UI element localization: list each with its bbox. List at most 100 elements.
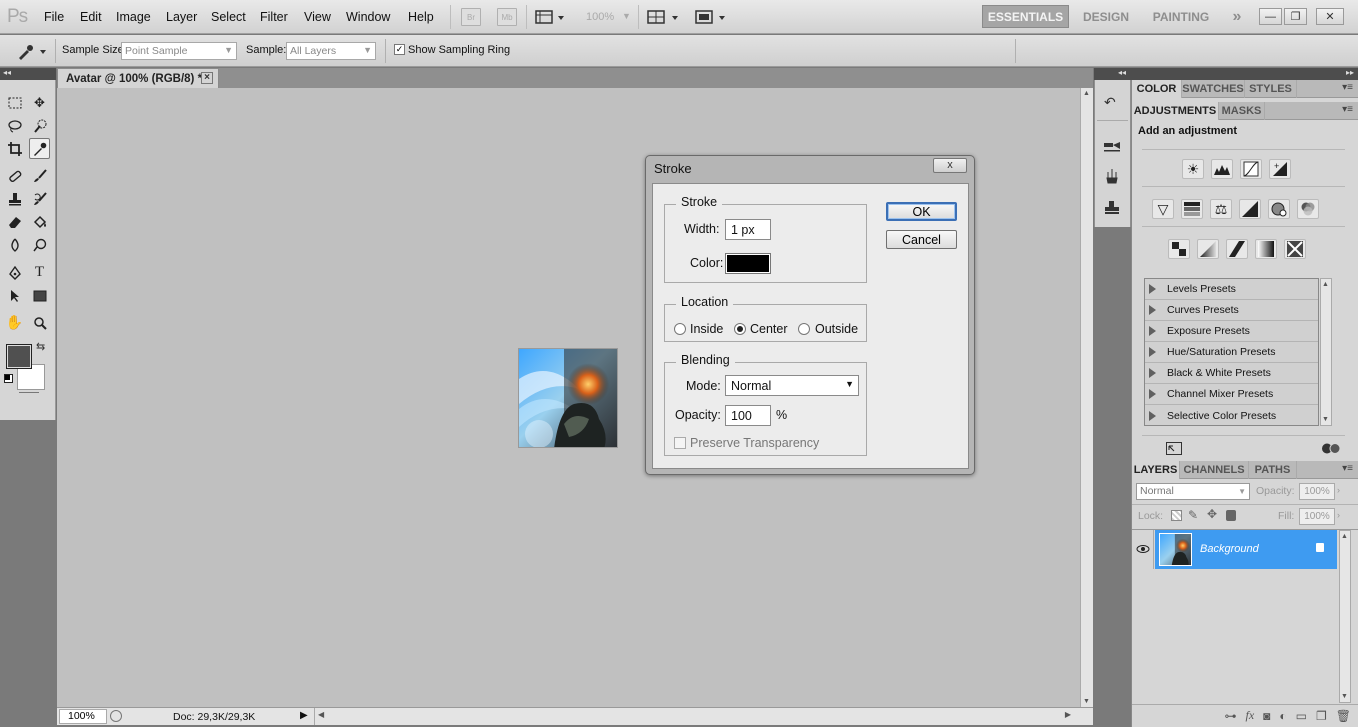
scroll-up-icon[interactable]: ▲: [1341, 533, 1348, 540]
inside-label[interactable]: Inside: [690, 322, 723, 336]
layer-row-background[interactable]: Background: [1155, 530, 1337, 569]
scroll-right-icon[interactable]: ▶: [1065, 710, 1071, 719]
minimize-button[interactable]: —: [1259, 8, 1282, 25]
eraser-tool-icon[interactable]: [4, 211, 25, 232]
zoom-tool-icon[interactable]: [29, 312, 50, 333]
ok-button[interactable]: OK: [886, 202, 957, 221]
blur-tool-icon[interactable]: [4, 234, 25, 255]
chevron-down-icon[interactable]: ▼: [622, 11, 631, 21]
arrange-documents-icon[interactable]: [647, 9, 681, 25]
clone-source-icon[interactable]: [1104, 168, 1120, 184]
menu-view[interactable]: View: [304, 10, 331, 24]
vibrance-icon[interactable]: ▽: [1152, 199, 1174, 219]
outside-radio[interactable]: [798, 323, 810, 335]
channel-mixer-icon[interactable]: [1297, 199, 1319, 219]
curves-icon[interactable]: [1240, 159, 1262, 179]
new-layer-icon[interactable]: ❐: [1316, 709, 1327, 723]
clip-to-layer-icon[interactable]: [1321, 442, 1343, 455]
stroke-color-swatch[interactable]: [725, 253, 771, 274]
quick-mask-icon[interactable]: [19, 392, 39, 393]
list-item[interactable]: Hue/Saturation Presets: [1145, 342, 1318, 363]
brush-presets-icon[interactable]: [1103, 140, 1121, 154]
hand-tool-icon[interactable]: ✋: [4, 312, 25, 333]
menu-filter[interactable]: Filter: [260, 10, 288, 24]
black-white-icon[interactable]: [1239, 199, 1261, 219]
cancel-button[interactable]: Cancel: [886, 230, 957, 249]
inside-radio[interactable]: [674, 323, 686, 335]
threshold-icon[interactable]: [1226, 239, 1248, 259]
outside-label[interactable]: Outside: [815, 322, 858, 336]
brightness-contrast-icon[interactable]: ☀: [1182, 159, 1204, 179]
return-to-list-icon[interactable]: [1166, 442, 1182, 455]
list-item[interactable]: Channel Mixer Presets: [1145, 384, 1318, 405]
dodge-tool-icon[interactable]: [29, 234, 50, 255]
history-brush-tool-icon[interactable]: [29, 188, 50, 209]
workspace-essentials[interactable]: ESSENTIALS: [982, 5, 1069, 28]
mini-bridge-button[interactable]: Mb: [497, 8, 517, 26]
close-app-button[interactable]: ✕: [1316, 8, 1344, 25]
delete-layer-icon[interactable]: 🗑: [1336, 709, 1351, 723]
move-tool-icon[interactable]: ✥: [29, 92, 50, 113]
workspace-more-button[interactable]: »: [1225, 5, 1249, 28]
fill-arrow-icon[interactable]: ›: [1337, 510, 1340, 520]
horizontal-scrollbar[interactable]: ◀ ▶: [314, 708, 1074, 725]
posterize-icon[interactable]: [1197, 239, 1219, 259]
restore-button[interactable]: ❐: [1284, 8, 1307, 25]
dialog-close-button[interactable]: x: [933, 158, 967, 173]
menu-layer[interactable]: Layer: [166, 10, 197, 24]
scroll-left-icon[interactable]: ◀: [318, 710, 324, 719]
panel-expand-button[interactable]: ◂◂: [1094, 68, 1131, 80]
healing-brush-tool-icon[interactable]: [4, 165, 25, 186]
tab-layers[interactable]: LAYERS: [1132, 461, 1180, 479]
menu-window[interactable]: Window: [346, 10, 390, 24]
link-layers-icon[interactable]: ⊶: [1224, 709, 1236, 723]
layers-scrollbar[interactable]: ▲ ▼: [1339, 530, 1351, 703]
exposure-icon[interactable]: +: [1269, 159, 1291, 179]
dock-collapse-button[interactable]: ▸▸: [1131, 68, 1358, 80]
eyedropper-preset-icon[interactable]: [15, 42, 49, 60]
brush-tool-icon[interactable]: [29, 165, 50, 186]
layer-opacity-field[interactable]: 100%: [1299, 483, 1335, 500]
panel-menu-icon[interactable]: ▾≡: [1342, 463, 1353, 474]
tab-paths[interactable]: PATHS: [1249, 461, 1297, 479]
levels-icon[interactable]: [1211, 159, 1233, 179]
lock-pixels-icon[interactable]: ✎: [1188, 508, 1198, 522]
new-group-icon[interactable]: ▭: [1296, 709, 1307, 723]
close-document-icon[interactable]: ×: [201, 72, 213, 84]
menu-select[interactable]: Select: [211, 10, 246, 24]
layer-name[interactable]: Background: [1200, 543, 1259, 555]
photo-filter-icon[interactable]: [1268, 199, 1290, 219]
tab-styles[interactable]: STYLES: [1245, 80, 1297, 98]
foreground-color-swatch[interactable]: [6, 344, 32, 369]
crop-tool-icon[interactable]: [4, 138, 25, 159]
marquee-tool-icon[interactable]: [4, 92, 25, 113]
selective-color-icon[interactable]: [1284, 239, 1306, 259]
clone-stamp-tool-icon[interactable]: [4, 188, 25, 209]
menu-file[interactable]: File: [44, 10, 64, 24]
scroll-down-icon[interactable]: ▼: [1322, 416, 1329, 423]
list-item[interactable]: Levels Presets: [1145, 279, 1318, 300]
panel-menu-icon[interactable]: ▾≡: [1342, 82, 1353, 93]
tools-collapse-button[interactable]: ◂◂: [0, 68, 56, 80]
workspace-painting[interactable]: PAINTING: [1145, 5, 1217, 28]
width-input[interactable]: 1 px: [725, 219, 771, 240]
layer-visibility-toggle[interactable]: [1132, 530, 1154, 569]
adjustment-layer-icon[interactable]: ◐: [1279, 709, 1286, 723]
opacity-input[interactable]: 100: [725, 405, 771, 426]
rectangle-tool-icon[interactable]: [29, 285, 50, 306]
screen-mode-icon[interactable]: [695, 9, 729, 25]
pen-tool-icon[interactable]: [4, 262, 25, 283]
quick-selection-tool-icon[interactable]: [29, 115, 50, 136]
fill-field[interactable]: 100%: [1299, 508, 1335, 525]
scroll-up-icon[interactable]: ▲: [1322, 281, 1329, 288]
scroll-down-icon[interactable]: ▼: [1341, 693, 1348, 700]
list-item[interactable]: Curves Presets: [1145, 300, 1318, 321]
list-item[interactable]: Selective Color Presets: [1145, 405, 1318, 426]
lock-all-icon[interactable]: [1226, 510, 1236, 521]
color-balance-icon[interactable]: ⚖: [1210, 199, 1232, 219]
tab-swatches[interactable]: SWATCHES: [1182, 80, 1245, 98]
status-info-icon[interactable]: [110, 710, 122, 722]
preserve-transparency-label[interactable]: Preserve Transparency: [690, 436, 819, 450]
swap-colors-icon[interactable]: ⇆: [36, 340, 45, 353]
history-panel-icon[interactable]: ↶: [1104, 94, 1116, 111]
